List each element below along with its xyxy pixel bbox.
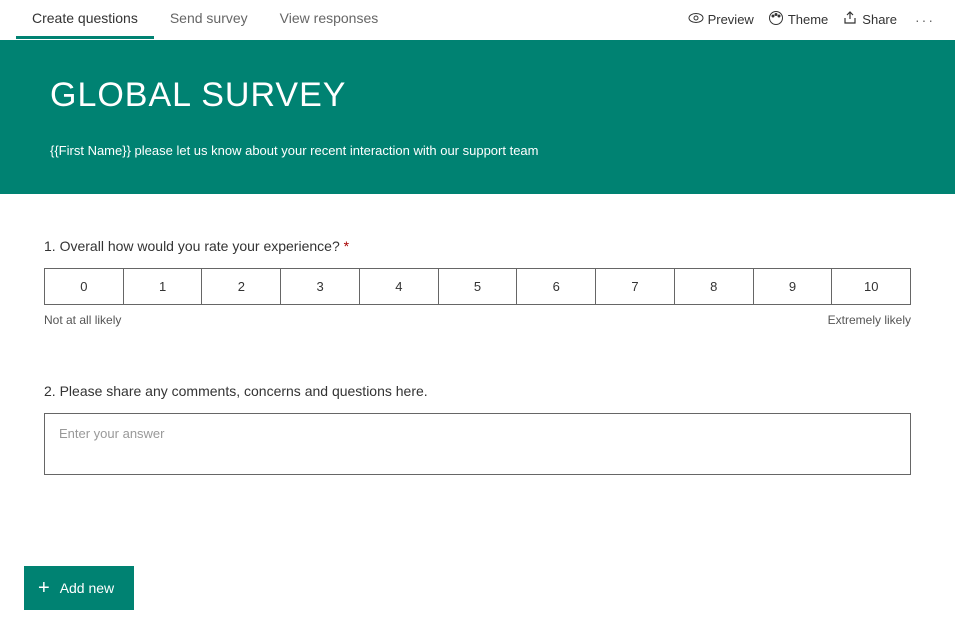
survey-header: GLOBAL SURVEY {{First Name}} please let … xyxy=(0,40,955,194)
rating-option-5[interactable]: 5 xyxy=(439,269,518,304)
share-button[interactable]: Share xyxy=(842,10,897,29)
tab-view-responses[interactable]: View responses xyxy=(264,0,395,39)
nav-tabs: Create questions Send survey View respon… xyxy=(16,0,394,39)
tab-create-questions[interactable]: Create questions xyxy=(16,0,154,39)
share-icon xyxy=(842,10,858,29)
preview-label: Preview xyxy=(708,12,754,27)
required-marker: * xyxy=(344,238,349,254)
rating-option-4[interactable]: 4 xyxy=(360,269,439,304)
top-actions: Preview Theme Share ··· xyxy=(688,10,939,29)
rating-option-10[interactable]: 10 xyxy=(832,269,910,304)
add-new-label: Add new xyxy=(60,580,114,596)
survey-subtitle[interactable]: {{First Name}} please let us know about … xyxy=(50,143,905,158)
eye-icon xyxy=(688,10,704,29)
question-2: 2. Please share any comments, concerns a… xyxy=(44,383,911,478)
plus-icon: + xyxy=(38,578,50,598)
rating-option-7[interactable]: 7 xyxy=(596,269,675,304)
theme-label: Theme xyxy=(788,12,828,27)
ellipsis-icon: ··· xyxy=(915,12,935,28)
palette-icon xyxy=(768,10,784,29)
rating-option-0[interactable]: 0 xyxy=(45,269,124,304)
question-1: 1. Overall how would you rate your exper… xyxy=(44,238,911,327)
question-1-label: 1. Overall how would you rate your exper… xyxy=(44,238,911,254)
rating-option-2[interactable]: 2 xyxy=(202,269,281,304)
rating-option-9[interactable]: 9 xyxy=(754,269,833,304)
question-2-label: 2. Please share any comments, concerns a… xyxy=(44,383,911,399)
rating-right-label: Extremely likely xyxy=(828,313,911,327)
question-2-number: 2. xyxy=(44,383,56,399)
more-button[interactable]: ··· xyxy=(911,12,939,28)
rating-scale-labels: Not at all likely Extremely likely xyxy=(44,313,911,327)
rating-option-8[interactable]: 8 xyxy=(675,269,754,304)
survey-content: 1. Overall how would you rate your exper… xyxy=(0,194,955,558)
survey-title[interactable]: GLOBAL SURVEY xyxy=(50,76,905,115)
rating-left-label: Not at all likely xyxy=(44,313,121,327)
tab-send-survey[interactable]: Send survey xyxy=(154,0,264,39)
top-nav: Create questions Send survey View respon… xyxy=(0,0,955,40)
question-2-text: Please share any comments, concerns and … xyxy=(60,383,428,399)
rating-option-3[interactable]: 3 xyxy=(281,269,360,304)
question-1-text: Overall how would you rate your experien… xyxy=(60,238,340,254)
theme-button[interactable]: Theme xyxy=(768,10,828,29)
share-label: Share xyxy=(862,12,897,27)
rating-scale: 0 1 2 3 4 5 6 7 8 9 10 xyxy=(44,268,911,305)
rating-option-6[interactable]: 6 xyxy=(517,269,596,304)
add-new-button[interactable]: + Add new xyxy=(24,566,134,610)
preview-button[interactable]: Preview xyxy=(688,10,754,29)
answer-textarea[interactable] xyxy=(44,413,911,475)
rating-option-1[interactable]: 1 xyxy=(124,269,203,304)
question-1-number: 1. xyxy=(44,238,56,254)
